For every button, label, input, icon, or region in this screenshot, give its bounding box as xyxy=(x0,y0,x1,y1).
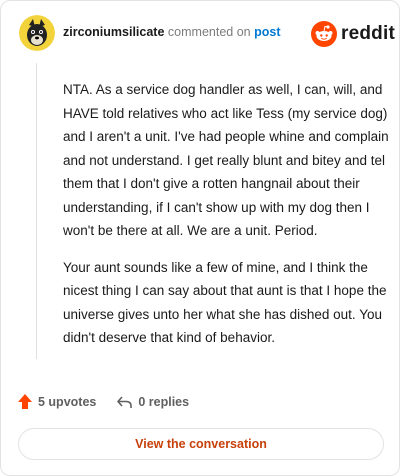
username-link[interactable]: zirconiumsilicate xyxy=(63,25,164,39)
comment-actions: 5 upvotes 0 replies xyxy=(17,393,189,410)
post-link[interactable]: post xyxy=(254,25,280,39)
action-text: commented on xyxy=(167,25,251,39)
reddit-wordmark: reddit xyxy=(341,23,395,44)
comment-paragraph: NTA. As a service dog handler as well, I… xyxy=(63,82,389,238)
avatar[interactable] xyxy=(19,15,55,51)
replies-button[interactable]: 0 replies xyxy=(116,394,189,410)
thread-line[interactable] xyxy=(36,63,37,359)
upvote-arrow-icon xyxy=(18,394,32,409)
view-conversation-button[interactable]: View the conversation xyxy=(18,428,384,460)
reddit-snoo-icon xyxy=(311,21,337,47)
upvotes-button[interactable]: 5 upvotes xyxy=(17,393,96,410)
dog-avatar-icon xyxy=(19,15,55,51)
reply-arrow-icon xyxy=(117,395,133,408)
replies-count: 0 replies xyxy=(138,394,190,409)
embedded-comment-card: zirconiumsilicate commented on post redd… xyxy=(0,0,400,476)
comment-header: zirconiumsilicate commented on post xyxy=(63,25,280,39)
reddit-logo[interactable]: reddit xyxy=(311,21,395,47)
comment-body: NTA. As a service dog handler as well, I… xyxy=(63,78,389,363)
comment-paragraph: Your aunt sounds like a few of mine, and… xyxy=(63,259,387,346)
upvotes-count: 5 upvotes xyxy=(38,394,97,409)
